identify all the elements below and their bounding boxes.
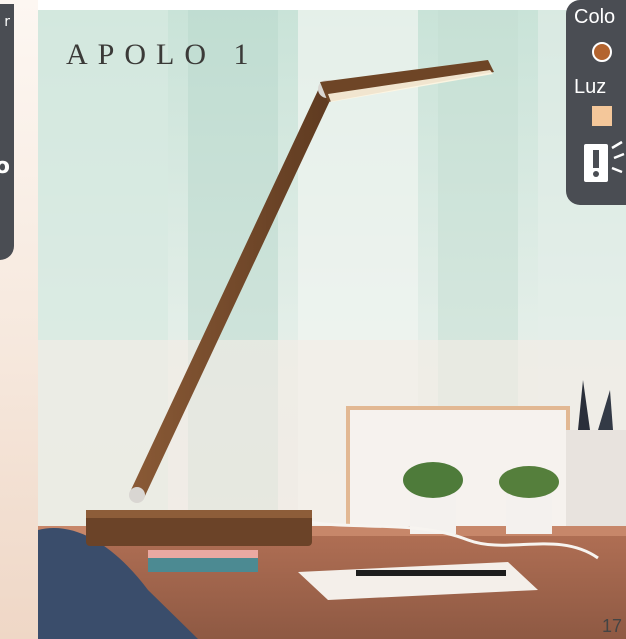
color-swatch-copper[interactable] — [592, 42, 612, 62]
brand-logo: APOLO 1 — [66, 38, 259, 72]
light-switch-icon[interactable] — [582, 140, 626, 186]
light-label: Luz — [574, 76, 607, 98]
color-label: Colo — [574, 6, 616, 28]
lamp-scene — [38, 10, 626, 639]
brand-number: 1 — [233, 38, 259, 71]
panel-mark: o — [0, 154, 10, 179]
previous-photo-edge: r o — [0, 0, 38, 639]
page-number: 17 — [601, 616, 622, 636]
light-swatch-warm[interactable] — [592, 106, 612, 126]
panel-letter: r — [4, 14, 10, 30]
brand-name: APOLO — [66, 38, 217, 71]
product-photo: APOLO 1 — [38, 10, 626, 639]
options-panel: Colo Luz — [566, 0, 626, 205]
previous-options-panel: r o — [0, 4, 14, 260]
